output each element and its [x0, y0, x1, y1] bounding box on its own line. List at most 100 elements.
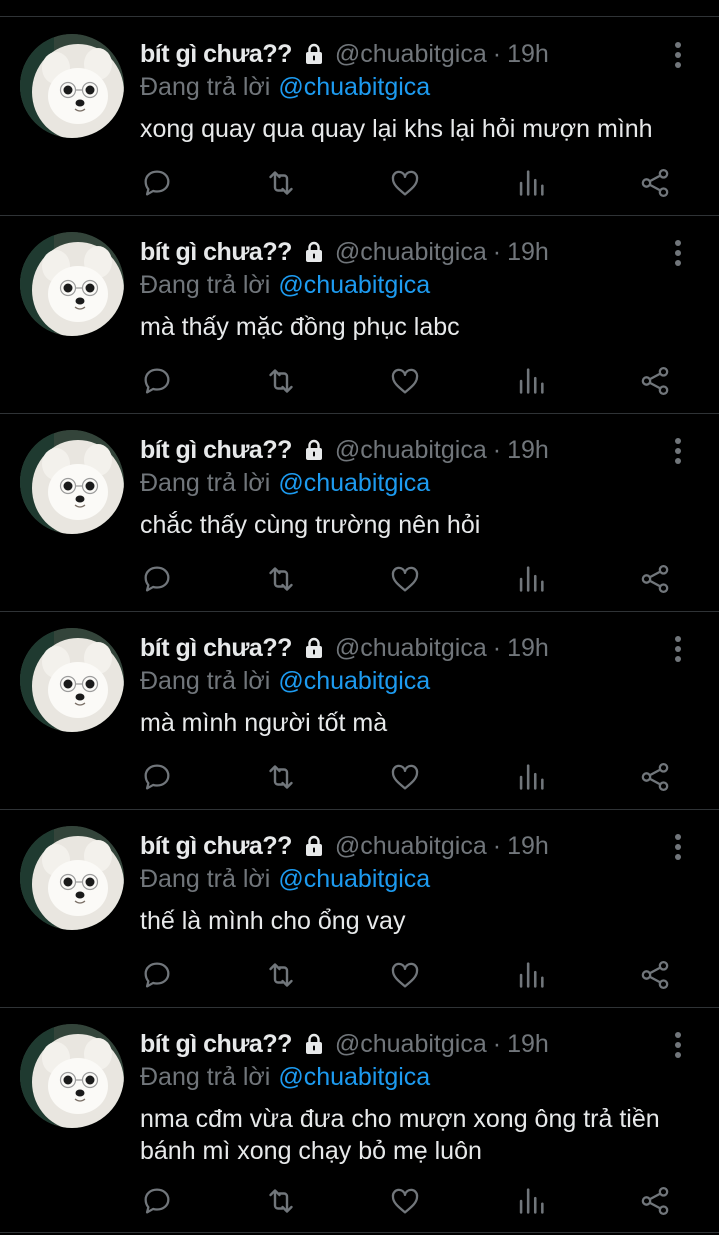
display-name[interactable]: bít gì chưa?? — [140, 832, 292, 861]
tweet-text: thế là mình cho ổng vay — [140, 907, 406, 935]
bar-chart-icon — [519, 1188, 544, 1214]
views-button[interactable] — [511, 757, 551, 797]
views-button[interactable] — [511, 1181, 551, 1221]
views-button[interactable] — [511, 361, 551, 401]
separator-dot: · — [492, 1029, 502, 1058]
heart-icon — [391, 764, 419, 790]
replying-to-label: Đang trả lời — [140, 270, 271, 299]
timestamp[interactable]: 19h — [507, 1030, 549, 1059]
replying-to-handle-link[interactable]: @chuabitgica — [278, 865, 430, 894]
replying-to-line: Đang trả lời @chuabitgica — [140, 269, 430, 301]
replying-to-handle-link[interactable]: @chuabitgica — [278, 271, 430, 300]
tweet-actions-bar — [0, 757, 719, 797]
display-name[interactable]: bít gì chưa?? — [140, 238, 292, 267]
timestamp[interactable]: 19h — [507, 238, 549, 267]
tweet-actions-bar — [0, 361, 719, 401]
share-button[interactable] — [635, 757, 675, 797]
views-button[interactable] — [511, 163, 551, 203]
replying-to-label: Đang trả lời — [140, 72, 271, 101]
avatar[interactable] — [20, 34, 124, 138]
replying-to-handle-link[interactable]: @chuabitgica — [278, 73, 430, 102]
display-name[interactable]: bít gì chưa?? — [140, 40, 292, 69]
retweet-button[interactable] — [261, 559, 301, 599]
share-icon — [641, 1186, 669, 1216]
display-name[interactable]: bít gì chưa?? — [140, 436, 292, 465]
user-handle[interactable]: @chuabitgica — [335, 1030, 487, 1059]
replying-to-handle-link[interactable]: @chuabitgica — [278, 667, 430, 696]
like-button[interactable] — [385, 559, 425, 599]
retweet-button[interactable] — [261, 361, 301, 401]
share-button[interactable] — [635, 1181, 675, 1221]
bar-chart-icon — [519, 368, 544, 394]
timestamp[interactable]: 19h — [507, 436, 549, 465]
user-handle[interactable]: @chuabitgica — [335, 832, 487, 861]
tweet-text: chắc thấy cùng trường nên hỏi — [140, 511, 481, 539]
lock-icon — [305, 439, 322, 460]
tweet-actions-bar — [0, 955, 719, 995]
share-button[interactable] — [635, 361, 675, 401]
tweet[interactable]: bít gì chưa?? @chuabitgica · 19h Đang tr… — [0, 612, 719, 810]
reply-button[interactable] — [137, 757, 177, 797]
avatar[interactable] — [20, 430, 124, 534]
reply-button[interactable] — [137, 1181, 177, 1221]
like-button[interactable] — [385, 955, 425, 995]
more-options-icon[interactable] — [668, 436, 688, 466]
lock-icon — [305, 637, 322, 658]
lock-icon — [305, 241, 322, 262]
replying-to-handle-link[interactable]: @chuabitgica — [278, 1063, 430, 1092]
user-handle[interactable]: @chuabitgica — [335, 238, 487, 267]
display-name[interactable]: bít gì chưa?? — [140, 1030, 292, 1059]
retweet-button[interactable] — [261, 757, 301, 797]
tweet[interactable]: bít gì chưa?? @chuabitgica · 19h Đang tr… — [0, 1008, 719, 1233]
tweet-actions-bar — [0, 163, 719, 203]
tweet[interactable]: bít gì chưa?? @chuabitgica · 19h Đang tr… — [0, 18, 719, 216]
display-name[interactable]: bít gì chưa?? — [140, 634, 292, 663]
avatar[interactable] — [20, 1024, 124, 1128]
dog-avatar-image — [20, 34, 124, 138]
like-button[interactable] — [385, 1181, 425, 1221]
retweet-arrows-icon — [269, 171, 293, 195]
tweet[interactable]: bít gì chưa?? @chuabitgica · 19h Đang tr… — [0, 810, 719, 1008]
more-options-icon[interactable] — [668, 634, 688, 664]
more-options-icon[interactable] — [668, 238, 688, 268]
share-button[interactable] — [635, 559, 675, 599]
avatar[interactable] — [20, 232, 124, 336]
views-button[interactable] — [511, 559, 551, 599]
like-button[interactable] — [385, 757, 425, 797]
avatar[interactable] — [20, 826, 124, 930]
share-button[interactable] — [635, 163, 675, 203]
tweet-text: mà thấy mặc đồng phục labc — [140, 313, 460, 341]
reply-button[interactable] — [137, 163, 177, 203]
timestamp[interactable]: 19h — [507, 40, 549, 69]
retweet-button[interactable] — [261, 1181, 301, 1221]
retweet-button[interactable] — [261, 955, 301, 995]
more-options-icon[interactable] — [668, 40, 688, 70]
separator-dot: · — [492, 831, 502, 860]
more-options-icon[interactable] — [668, 1030, 688, 1060]
views-button[interactable] — [511, 955, 551, 995]
timestamp[interactable]: 19h — [507, 634, 549, 663]
reply-button[interactable] — [137, 559, 177, 599]
avatar[interactable] — [20, 628, 124, 732]
like-button[interactable] — [385, 163, 425, 203]
user-handle[interactable]: @chuabitgica — [335, 40, 487, 69]
lock-icon — [305, 43, 322, 64]
share-icon — [641, 762, 669, 792]
reply-button[interactable] — [137, 361, 177, 401]
timestamp[interactable]: 19h — [507, 832, 549, 861]
more-options-icon[interactable] — [668, 832, 688, 862]
tweet[interactable]: bít gì chưa?? @chuabitgica · 19h Đang tr… — [0, 414, 719, 612]
retweet-button[interactable] — [261, 163, 301, 203]
replying-to-line: Đang trả lời @chuabitgica — [140, 665, 430, 697]
like-button[interactable] — [385, 361, 425, 401]
tweet-header: bít gì chưa?? @chuabitgica · 19h — [140, 434, 549, 466]
replying-to-handle-link[interactable]: @chuabitgica — [278, 469, 430, 498]
user-handle[interactable]: @chuabitgica — [335, 436, 487, 465]
share-button[interactable] — [635, 955, 675, 995]
tweet-actions-bar — [0, 1181, 719, 1221]
lock-icon — [305, 835, 322, 856]
reply-button[interactable] — [137, 955, 177, 995]
user-handle[interactable]: @chuabitgica — [335, 634, 487, 663]
tweet[interactable]: bít gì chưa?? @chuabitgica · 19h Đang tr… — [0, 216, 719, 414]
tweet-header: bít gì chưa?? @chuabitgica · 19h — [140, 632, 549, 664]
